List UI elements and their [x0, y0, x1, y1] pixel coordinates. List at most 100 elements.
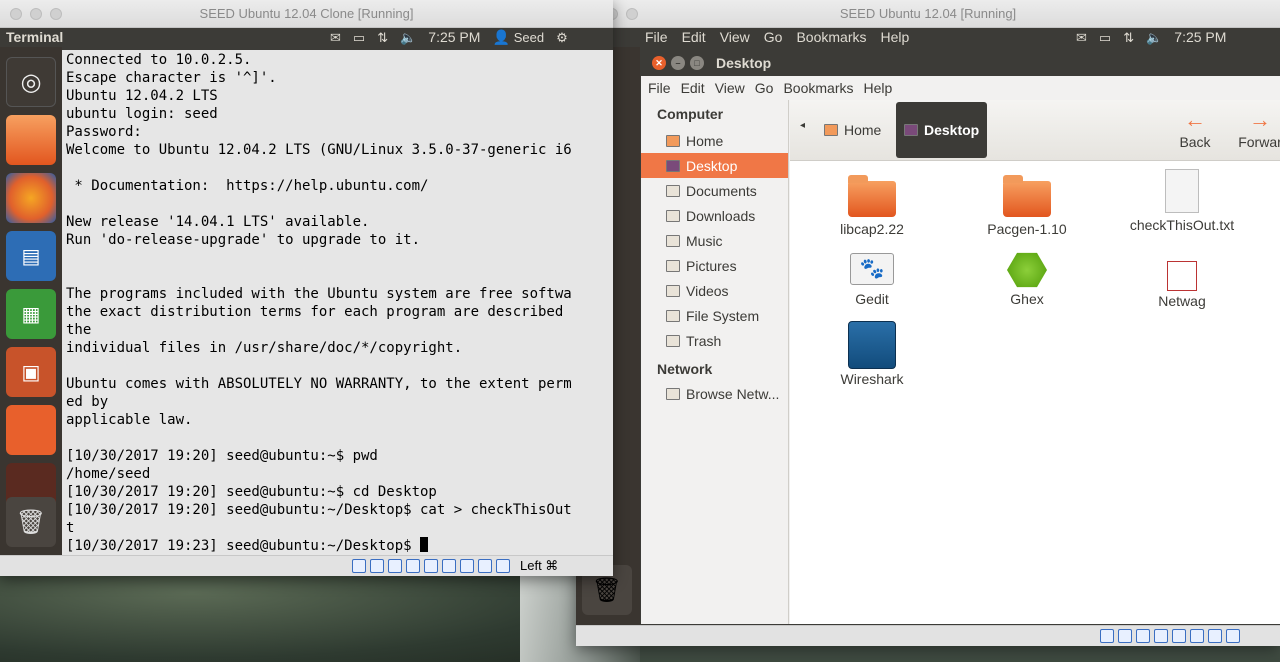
file-view: libcap2.22 Pacgen-1.10 checkThisOut.txt …	[790, 161, 1280, 624]
sidebar-item-home[interactable]: Home	[641, 128, 788, 153]
firefox-icon[interactable]	[6, 173, 56, 223]
sidebar-item-music[interactable]: Music	[641, 228, 788, 253]
capture-icon[interactable]	[1226, 629, 1240, 643]
terminal-lines: Connected to 10.0.2.5. Escape character …	[66, 52, 572, 536]
home-folder-icon	[824, 124, 838, 136]
volume-icon[interactable]: 🔈	[1146, 28, 1162, 47]
file-checkthisout[interactable]: checkThisOut.txt	[1122, 169, 1242, 233]
capture-icon[interactable]	[478, 559, 492, 573]
terminal-output: Connected to 10.0.2.5. Escape character …	[62, 50, 613, 555]
left-clock[interactable]: 7:25 PM	[428, 28, 480, 47]
terminal-line: /home/seed	[66, 466, 151, 482]
zoom-dot[interactable]	[50, 8, 62, 20]
sidebar-item-desktop[interactable]: Desktop	[641, 153, 788, 178]
ghex-icon	[1007, 252, 1047, 288]
menu-edit[interactable]: Edit	[681, 76, 705, 100]
mail-icon[interactable]: ✉	[330, 28, 341, 47]
terminal-line: t	[66, 520, 75, 536]
nautilus-titlebar: ✕ – □ Desktop	[641, 50, 1280, 76]
terminal-line: Run 'do-release-upgrade' to upgrade to i…	[66, 232, 421, 248]
panel-menu-bookmarks[interactable]: Bookmarks	[796, 28, 866, 47]
hdd-icon[interactable]	[1100, 629, 1114, 643]
terminal-line: Connected to 10.0.2.5.	[66, 52, 252, 68]
volume-icon[interactable]: 🔈	[400, 28, 416, 47]
network-adapter-icon[interactable]	[460, 559, 474, 573]
video-icon[interactable]	[1190, 629, 1204, 643]
file-gedit[interactable]: 🐾 Gedit	[812, 253, 932, 307]
documents-icon	[666, 184, 680, 197]
mac-desktop: SEED Ubuntu 12.04 [Running] e File Edit …	[0, 0, 1280, 662]
terminal[interactable]: Connected to 10.0.2.5. Escape character …	[62, 50, 613, 556]
panel-menu-view[interactable]: View	[720, 28, 750, 47]
forward-button[interactable]: → Forwar	[1230, 106, 1280, 150]
display-icon[interactable]	[1172, 629, 1186, 643]
shared-folder-icon[interactable]	[406, 559, 420, 573]
cd-icon[interactable]	[370, 559, 384, 573]
right-clock[interactable]: 7:25 PM	[1174, 28, 1226, 47]
usb-icon[interactable]	[388, 559, 402, 573]
panel-menu-edit[interactable]: Edit	[682, 28, 706, 47]
trash-launcher-icon[interactable]: 🗑	[6, 497, 56, 547]
panel-menu-file[interactable]: File	[645, 28, 668, 47]
network-adapter-icon[interactable]	[1208, 629, 1222, 643]
maximize-icon[interactable]: □	[690, 56, 704, 70]
close-icon[interactable]: ✕	[652, 56, 666, 70]
sidebar-item-file-system[interactable]: File System	[641, 303, 788, 328]
calc-icon[interactable]: ▦	[6, 289, 56, 339]
file-netwag[interactable]: Netwag	[1122, 261, 1242, 309]
mail-icon[interactable]: ✉	[1076, 28, 1087, 47]
mouse-integration-icon[interactable]	[496, 559, 510, 573]
network-icon[interactable]: ⇅	[1123, 28, 1134, 47]
close-dot[interactable]	[10, 8, 22, 20]
network-icon[interactable]: ⇅	[377, 28, 388, 47]
sidebar-item-downloads[interactable]: Downloads	[641, 203, 788, 228]
file-wireshark[interactable]: Wireshark	[812, 321, 932, 387]
left-vm-title: SEED Ubuntu 12.04 Clone [Running]	[199, 6, 414, 21]
video-icon[interactable]	[442, 559, 456, 573]
wireshark-icon	[848, 321, 896, 369]
menu-file[interactable]: File	[648, 76, 671, 100]
panel-menu-go[interactable]: Go	[764, 28, 783, 47]
file-pacgen[interactable]: Pacgen-1.10	[967, 175, 1087, 237]
sidebar-item-trash[interactable]: Trash	[641, 328, 788, 353]
menu-view[interactable]: View	[715, 76, 745, 100]
panel-menu-help[interactable]: Help	[881, 28, 910, 47]
breadcrumb-scroll-left-icon[interactable]: ◂	[800, 120, 805, 131]
drive-icon	[666, 309, 680, 322]
sidebar-item-videos[interactable]: Videos	[641, 278, 788, 303]
software-center-icon[interactable]	[6, 405, 56, 455]
menu-bookmarks[interactable]: Bookmarks	[783, 76, 853, 100]
minimize-dot[interactable]	[30, 8, 42, 20]
breadcrumb-desktop[interactable]: Desktop	[896, 102, 988, 158]
battery-icon[interactable]: ▭	[353, 28, 365, 47]
file-libcap[interactable]: libcap2.22	[812, 175, 932, 237]
gear-icon[interactable]: ⚙	[556, 28, 568, 47]
menu-help[interactable]: Help	[864, 76, 893, 100]
left-vm-titlebar: SEED Ubuntu 12.04 Clone [Running]	[0, 0, 613, 28]
sidebar-item-documents[interactable]: Documents	[641, 178, 788, 203]
nautilus-window: ✕ – □ Desktop File Edit View Go Bookmark…	[641, 50, 1280, 624]
sidebar-item-browse-network[interactable]: Browse Netw...	[641, 381, 788, 406]
menu-go[interactable]: Go	[755, 76, 774, 100]
back-button[interactable]: ← Back	[1174, 106, 1216, 150]
display-icon[interactable]	[424, 559, 438, 573]
breadcrumb-home[interactable]: Home	[816, 112, 889, 148]
shared-folder-icon[interactable]	[1154, 629, 1168, 643]
network-folder-icon	[666, 387, 680, 400]
hdd-icon[interactable]	[352, 559, 366, 573]
files-launcher-icon[interactable]	[6, 115, 56, 165]
battery-icon[interactable]: ▭	[1099, 28, 1111, 47]
minimize-icon[interactable]: –	[671, 56, 685, 70]
sidebar-item-pictures[interactable]: Pictures	[641, 253, 788, 278]
usb-icon[interactable]	[1136, 629, 1150, 643]
writer-icon[interactable]: ▤	[6, 231, 56, 281]
cd-icon[interactable]	[1118, 629, 1132, 643]
terminal-line: The programs included with the Ubuntu sy…	[66, 286, 572, 302]
user-menu[interactable]: 👤 Seed	[492, 28, 544, 47]
pictures-icon	[666, 259, 680, 272]
dash-home-icon[interactable]: ◎	[6, 57, 56, 107]
impress-icon[interactable]: ▣	[6, 347, 56, 397]
zoom-dot[interactable]	[626, 8, 638, 20]
file-ghex[interactable]: Ghex	[967, 251, 1087, 307]
text-cursor	[420, 537, 429, 552]
